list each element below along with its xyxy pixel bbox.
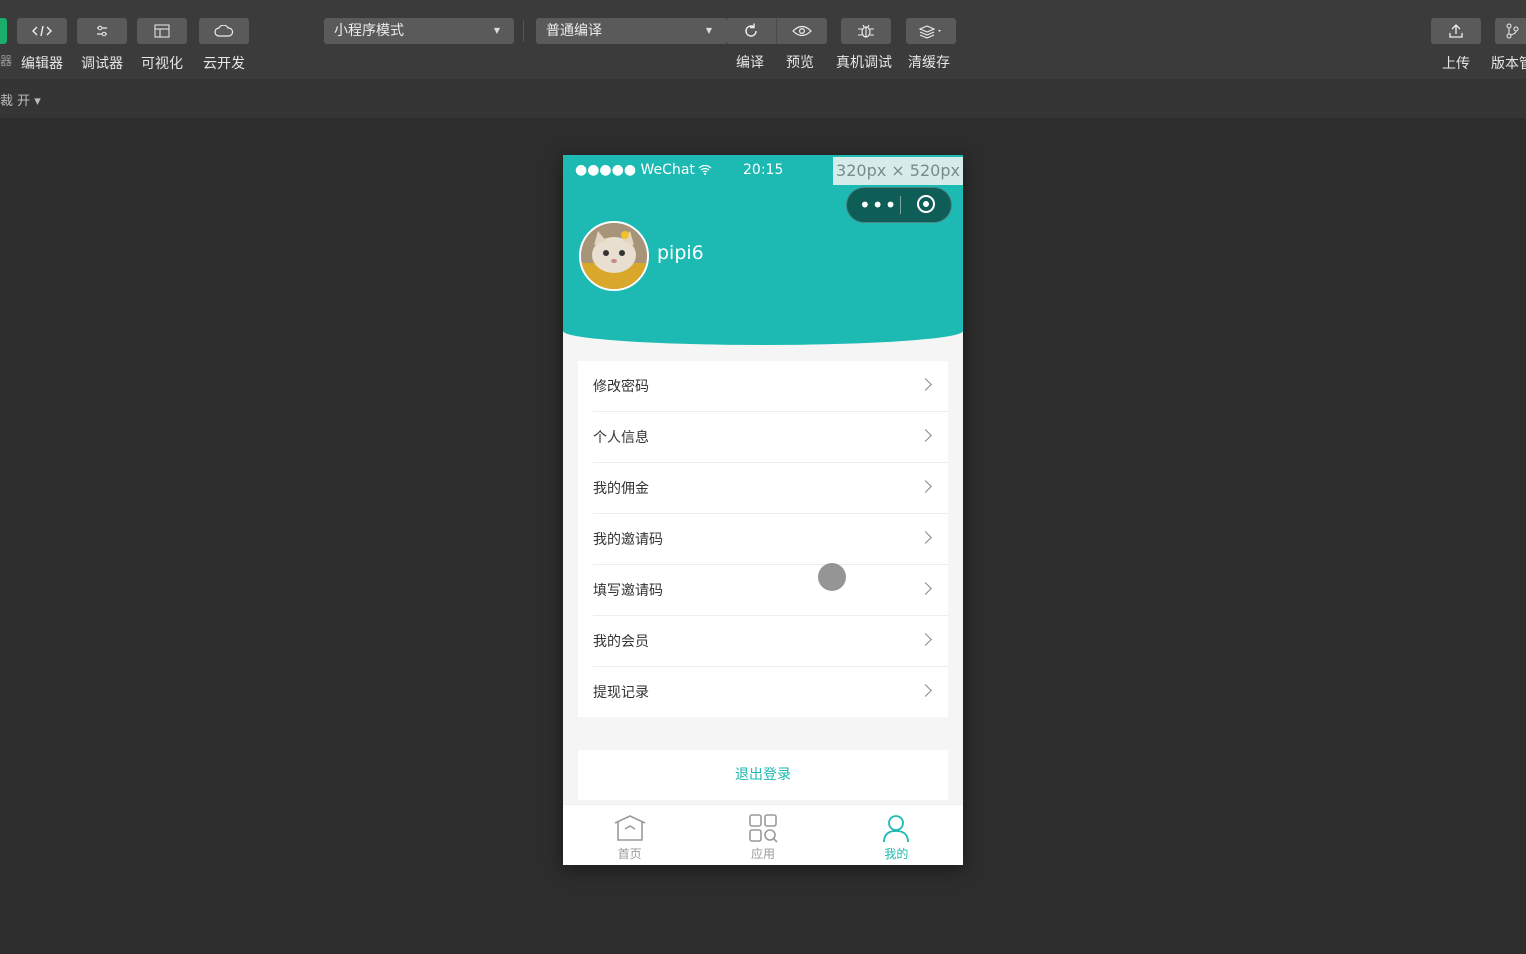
refresh-icon — [745, 23, 757, 37]
eye-icon — [792, 25, 812, 37]
menu-item-enter-invite-code[interactable]: 填写邀请码 — [593, 565, 948, 616]
cut-off-label: 器 — [0, 54, 13, 68]
caret-down-icon: ▼ — [705, 26, 712, 35]
layout-icon — [137, 18, 187, 44]
chevron-right-icon — [919, 684, 932, 697]
mode-select[interactable]: 小程序模式 ▼ — [324, 18, 514, 44]
user-icon — [883, 815, 910, 843]
settings-menu: 修改密码 个人信息 我的佣金 我的邀请码 填写邀请码 我的会员 提现记录 — [578, 361, 948, 717]
logout-button[interactable]: 退出登录 — [578, 750, 948, 800]
simulator-subbar: 裁 开 ▾ — [0, 80, 1526, 118]
branch-icon — [1494, 18, 1526, 44]
signal-indicator: ●●●●● WeChat — [575, 162, 712, 178]
chevron-right-icon — [919, 480, 932, 493]
touch-cursor — [818, 563, 846, 591]
status-time: 20:15 — [743, 162, 784, 178]
toolbar-divider — [523, 20, 524, 42]
bug-icon — [841, 18, 891, 44]
chevron-right-icon — [919, 429, 932, 442]
cloud-dev-tool[interactable]: 云开发 — [199, 18, 249, 73]
version-tool[interactable]: 版本管 — [1491, 18, 1526, 73]
simulator-toggle-button[interactable] — [0, 18, 7, 44]
wifi-icon — [698, 165, 712, 175]
more-icon[interactable]: ••• — [859, 195, 897, 215]
apps-grid-icon — [749, 814, 778, 843]
capsule-divider — [900, 196, 901, 214]
chevron-right-icon — [919, 378, 932, 391]
menu-item-my-invite-code[interactable]: 我的邀请码 — [593, 514, 948, 565]
chevron-right-icon — [919, 633, 932, 646]
phone-simulator: ●●●●● WeChat 20:15 320px × 520px ••• pip… — [563, 155, 963, 865]
compile-preview-group — [726, 18, 827, 44]
menu-item-membership[interactable]: 我的会员 — [593, 616, 948, 667]
tab-apps[interactable]: 应用 — [696, 805, 829, 865]
tab-home[interactable]: 首页 — [563, 805, 696, 865]
caret-down-icon: ▼ — [493, 26, 500, 35]
chevron-right-icon — [919, 531, 932, 544]
remote-debug-tool[interactable] — [841, 18, 891, 44]
preview-button[interactable] — [777, 18, 827, 44]
compile-button[interactable] — [726, 18, 777, 44]
avatar[interactable] — [579, 221, 649, 291]
close-target-icon[interactable] — [917, 195, 935, 213]
mini-program-capsule: ••• — [846, 187, 952, 223]
upload-icon — [1431, 18, 1481, 44]
home-icon — [614, 815, 645, 841]
ide-toolbar: 器 编辑器 调试器 可视化 云开发 小程序模式 ▼ 普通编译 ▼ 编译 预览 真… — [0, 0, 1526, 80]
size-badge: 320px × 520px — [833, 157, 963, 185]
clear-cache-tool[interactable] — [906, 18, 956, 44]
menu-item-withdraw-history[interactable]: 提现记录 — [593, 667, 948, 717]
tab-bar: 首页 应用 我的 — [563, 804, 963, 865]
menu-item-commission[interactable]: 我的佣金 — [593, 463, 948, 514]
sliders-icon — [77, 18, 127, 44]
editor-tool[interactable]: 编辑器 — [17, 18, 67, 73]
upload-tool[interactable]: 上传 — [1431, 18, 1481, 73]
menu-item-personal-info[interactable]: 个人信息 — [593, 412, 948, 463]
code-icon — [17, 18, 67, 44]
cloud-icon — [199, 18, 249, 44]
chevron-right-icon — [919, 582, 932, 595]
debugger-tool[interactable]: 调试器 — [77, 18, 127, 73]
menu-item-change-password[interactable]: 修改密码 — [593, 361, 948, 412]
subbar-toggle[interactable]: 裁 开 ▾ — [0, 90, 41, 109]
layers-icon — [906, 18, 956, 44]
username: pipi6 — [657, 242, 704, 264]
visual-tool[interactable]: 可视化 — [137, 18, 187, 73]
compile-select[interactable]: 普通编译 ▼ — [536, 18, 726, 44]
tab-mine[interactable]: 我的 — [830, 805, 963, 865]
